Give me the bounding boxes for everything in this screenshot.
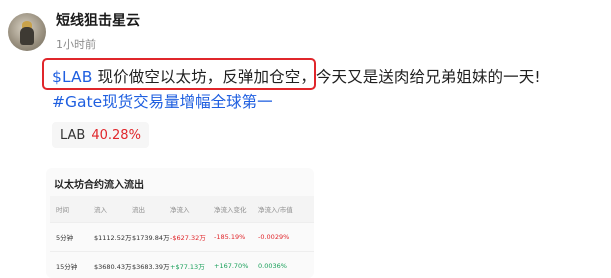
avatar-figure-shape xyxy=(20,27,34,45)
table-cell: -$627.32万 xyxy=(170,234,206,242)
card-title: 以太坊合约流入流出 xyxy=(54,180,144,191)
header-cell: 净流入/市值 xyxy=(258,206,293,214)
table-cell: $3680.43万 xyxy=(94,263,132,271)
table-cell: +167.70% xyxy=(214,262,249,270)
header-cell: 流出 xyxy=(132,206,145,214)
avatar[interactable] xyxy=(8,13,46,51)
table-row: 5分钟 $1112.52万 $1739.84万 -$627.32万 -185.1… xyxy=(50,223,314,252)
highlight-annotation-box xyxy=(42,58,316,90)
header-cell: 净流入 xyxy=(170,206,190,214)
table-cell: $3683.39万 xyxy=(132,263,170,271)
ticker-symbol: LAB xyxy=(60,127,86,143)
table-cell: 15分钟 xyxy=(56,263,78,271)
hashtag-link[interactable]: #Gate现货交易量增幅全球第一 xyxy=(52,90,273,112)
table-cell: $1739.84万 xyxy=(132,234,170,242)
table-row: 15分钟 $3680.43万 $3683.39万 +$77.13万 +167.7… xyxy=(50,252,314,278)
ticker-change: 40.28% xyxy=(91,127,141,143)
header-cell: 净流入变化 xyxy=(214,206,247,214)
table-cell: $1112.52万 xyxy=(94,234,132,242)
ticker-chip[interactable]: LAB 40.28% xyxy=(52,122,149,148)
header-cell: 时间 xyxy=(56,206,69,214)
table-cell: -185.19% xyxy=(214,233,246,241)
table-cell: 5分钟 xyxy=(56,234,74,242)
table-cell: -0.0029% xyxy=(258,233,290,241)
table-cell: +$77.13万 xyxy=(170,263,205,271)
table-cell: 0.0036% xyxy=(258,262,287,270)
table-header-row: 时间 流入 流出 净流入 净流入变化 净流入/市值 xyxy=(50,196,314,223)
post-time: 1小时前 xyxy=(56,38,96,51)
header-cell: 流入 xyxy=(94,206,107,214)
flow-table: 时间 流入 流出 净流入 净流入变化 净流入/市值 5分钟 $1112.52万 … xyxy=(50,196,314,278)
embedded-image-card[interactable]: 以太坊合约流入流出 时间 流入 流出 净流入 净流入变化 净流入/市值 5分钟 … xyxy=(46,168,314,278)
author-name[interactable]: 短线狙击星云 xyxy=(56,10,140,30)
